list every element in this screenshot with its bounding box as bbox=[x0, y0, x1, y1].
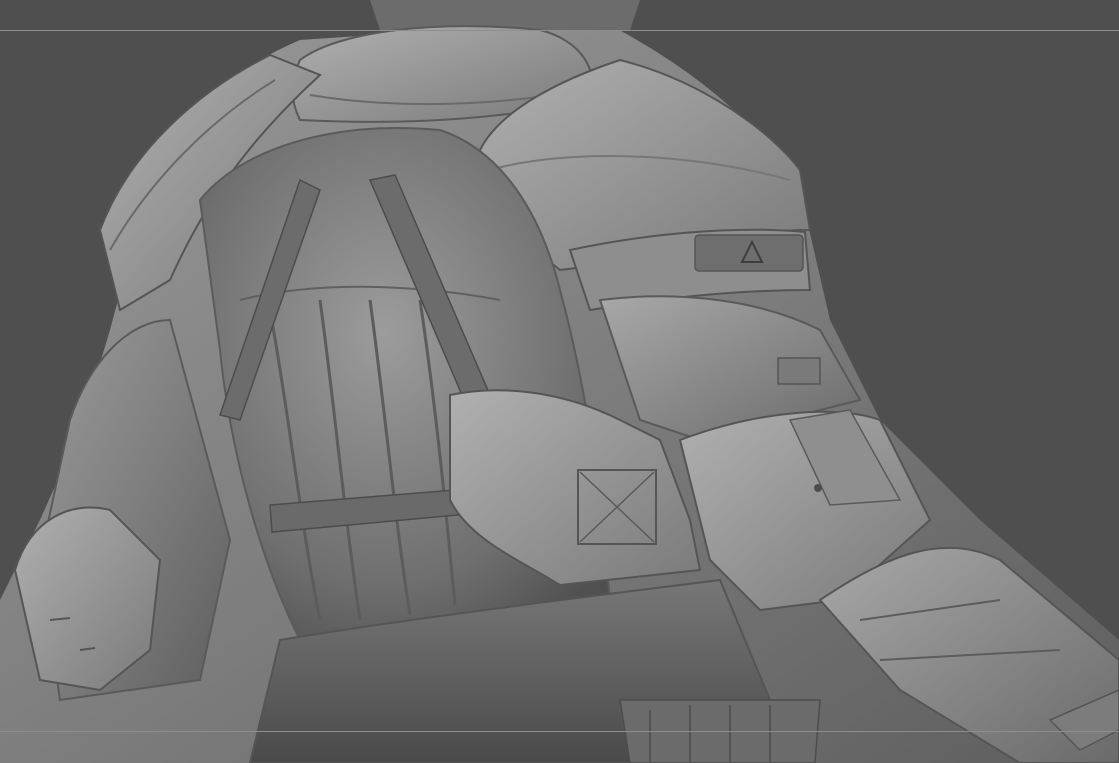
neck bbox=[370, 0, 640, 30]
sculpt-viewport[interactable] bbox=[0, 0, 1119, 763]
sculpt-model[interactable] bbox=[0, 0, 1119, 763]
canvas-guide-line-bottom bbox=[0, 731, 1119, 732]
canvas-guide-line-top bbox=[0, 30, 1119, 31]
